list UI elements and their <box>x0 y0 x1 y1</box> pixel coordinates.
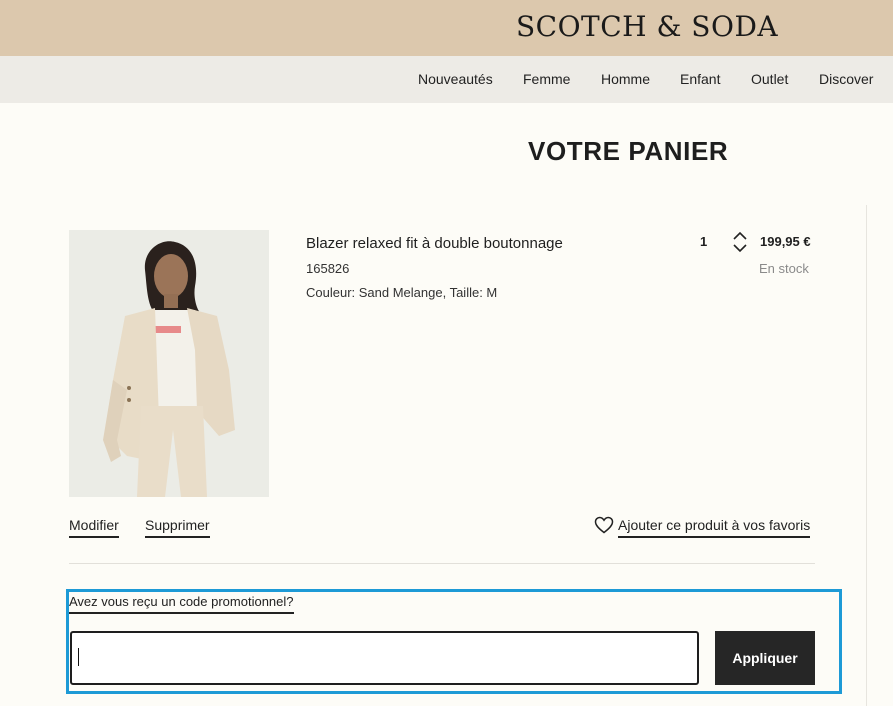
text-cursor <box>78 648 79 666</box>
product-variant: Couleur: Sand Melange, Taille: M <box>306 285 498 300</box>
product-sku: 165826 <box>306 261 350 276</box>
nav-item-femme[interactable]: Femme <box>523 71 570 87</box>
page-title: VOTRE PANIER <box>528 136 729 166</box>
apply-promo-button[interactable]: Appliquer <box>715 631 815 685</box>
nav-item-outlet[interactable]: Outlet <box>751 71 788 87</box>
nav-item-homme[interactable]: Homme <box>601 71 650 87</box>
promo-code-input[interactable] <box>70 631 699 685</box>
quantity-stepper[interactable] <box>731 231 749 253</box>
product-image[interactable] <box>69 230 269 497</box>
product-photo-icon <box>69 230 269 497</box>
quantity-value: 1 <box>700 234 708 249</box>
add-to-favorites-link[interactable]: Ajouter ce produit à vos favoris <box>618 517 811 538</box>
nav-item-discover[interactable]: Discover <box>819 71 873 87</box>
product-name[interactable]: Blazer relaxed fit à double boutonnage <box>306 235 563 252</box>
promo-code-toggle[interactable]: Avez vous reçu un code promotionnel? <box>69 594 294 614</box>
stock-status: En stock <box>759 261 809 276</box>
nav-item-nouveautes[interactable]: Nouveautés <box>418 71 493 87</box>
divider <box>69 563 815 564</box>
brand-logo[interactable]: SCOTCH & SODA <box>516 10 778 43</box>
nav-item-enfant[interactable]: Enfant <box>680 71 720 87</box>
remove-link[interactable]: Supprimer <box>145 517 210 538</box>
product-price: 199,95 € <box>760 234 811 249</box>
divider <box>866 205 867 706</box>
heart-icon[interactable] <box>594 516 614 534</box>
chevron-up-down-icon <box>733 231 747 253</box>
edit-link[interactable]: Modifier <box>69 517 119 538</box>
